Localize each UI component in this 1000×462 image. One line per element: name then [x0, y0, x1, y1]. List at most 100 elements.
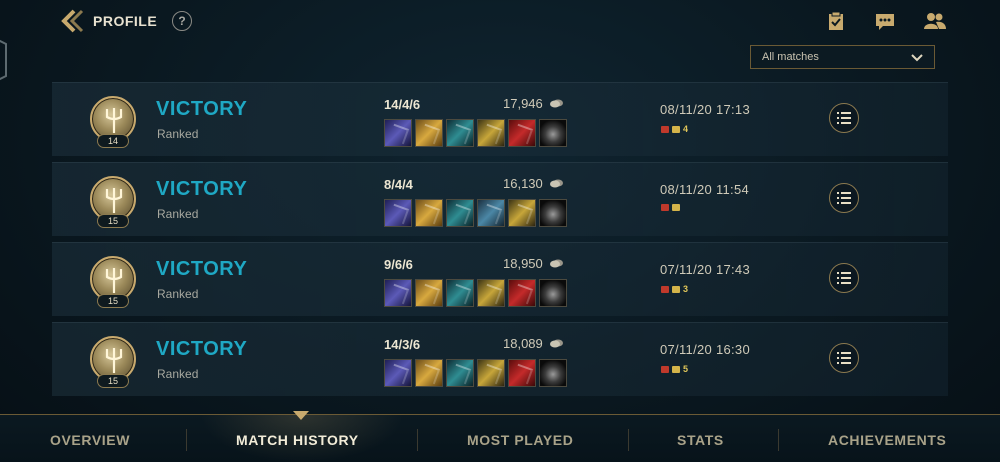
item-slot-icon[interactable] [477, 359, 505, 387]
gold-coins-icon [550, 179, 563, 188]
item-slot-icon[interactable] [477, 279, 505, 307]
match-badges: 5 [661, 364, 688, 374]
list-icon [837, 192, 851, 204]
back-button[interactable] [60, 9, 86, 33]
item-slot-icon[interactable] [384, 119, 412, 147]
match-result: VICTORY [156, 98, 248, 120]
item-slot-icon[interactable] [539, 359, 567, 387]
friends-icon[interactable] [924, 11, 946, 31]
match-filter-value: All matches [762, 51, 819, 63]
item-slot-icon[interactable] [446, 359, 474, 387]
match-details-button[interactable] [829, 263, 859, 293]
list-icon [837, 352, 851, 364]
clipboard-icon[interactable] [826, 11, 846, 31]
match-row[interactable]: 15 VICTORY Ranked 14/3/6 18,089 07/11/20… [52, 322, 948, 396]
item-build [384, 199, 567, 227]
item-slot-icon[interactable] [539, 199, 567, 227]
item-slot-icon[interactable] [446, 119, 474, 147]
item-slot-icon[interactable] [477, 199, 505, 227]
queue-type: Ranked [157, 207, 199, 221]
side-panel-tab[interactable] [0, 34, 10, 86]
list-icon [837, 112, 851, 124]
queue-type: Ranked [157, 367, 199, 381]
page-title: PROFILE [93, 13, 158, 29]
kda-score: 8/4/4 [384, 177, 413, 192]
champion-level-badge: 14 [97, 134, 129, 148]
gold-badge-icon [672, 285, 680, 293]
item-slot-icon[interactable] [508, 359, 536, 387]
help-button[interactable]: ? [172, 11, 192, 31]
kill-badge-icon [661, 204, 669, 211]
match-badges [661, 204, 683, 211]
item-build [384, 279, 567, 307]
item-slot-icon[interactable] [508, 119, 536, 147]
item-slot-icon[interactable] [446, 199, 474, 227]
badge-count: 3 [683, 284, 689, 294]
match-badges: 4 [661, 124, 688, 134]
item-build [384, 359, 567, 387]
trident-icon [105, 188, 123, 213]
kda-score: 14/4/6 [384, 97, 421, 112]
gold-earned: 16,130 [503, 176, 543, 191]
trident-icon [105, 108, 123, 133]
item-slot-icon[interactable] [415, 359, 443, 387]
match-row[interactable]: 15 VICTORY Ranked 9/6/6 18,950 07/11/20 … [52, 242, 948, 316]
match-filter-dropdown[interactable]: All matches [750, 45, 935, 69]
bottom-nav: OVERVIEW MATCH HISTORY MOST PLAYED STATS… [0, 411, 1000, 462]
item-slot-icon[interactable] [384, 279, 412, 307]
gold-coins-icon [550, 339, 563, 348]
divider [628, 429, 629, 451]
match-details-button[interactable] [829, 183, 859, 213]
item-slot-icon[interactable] [446, 279, 474, 307]
divider [417, 429, 418, 451]
item-slot-icon[interactable] [415, 199, 443, 227]
item-slot-icon[interactable] [477, 119, 505, 147]
item-slot-icon[interactable] [508, 279, 536, 307]
champion-level-badge: 15 [97, 294, 129, 308]
kda-score: 14/3/6 [384, 337, 421, 352]
kill-badge-icon [661, 365, 669, 373]
champion-level-badge: 15 [97, 214, 129, 228]
gold-badge-icon [672, 204, 680, 211]
match-details-button[interactable] [829, 103, 859, 133]
badge-count: 4 [683, 124, 689, 134]
list-icon [837, 272, 851, 284]
match-date: 08/11/20 17:13 [660, 102, 750, 117]
item-slot-icon[interactable] [384, 199, 412, 227]
tab-most-played[interactable]: MOST PLAYED [467, 432, 573, 448]
champion-level-badge: 15 [97, 374, 129, 388]
kill-badge-icon [661, 285, 669, 293]
tab-match-history[interactable]: MATCH HISTORY [236, 432, 359, 448]
kill-badge-icon [661, 125, 669, 133]
match-result: VICTORY [156, 258, 248, 280]
match-details-button[interactable] [829, 343, 859, 373]
match-row[interactable]: 14 VICTORY Ranked 14/4/6 17,946 08/11/20… [52, 82, 948, 156]
gold-badge-icon [672, 125, 680, 133]
chat-icon[interactable] [875, 11, 895, 31]
tab-overview[interactable]: OVERVIEW [50, 432, 130, 448]
match-date: 07/11/20 17:43 [660, 262, 750, 277]
gold-earned: 17,946 [503, 96, 543, 111]
match-result: VICTORY [156, 178, 248, 200]
item-slot-icon[interactable] [415, 279, 443, 307]
trident-icon [105, 268, 123, 293]
divider [778, 429, 779, 451]
tab-stats[interactable]: STATS [677, 432, 724, 448]
tab-achievements[interactable]: ACHIEVEMENTS [828, 432, 946, 448]
gold-coins-icon [550, 99, 563, 108]
gold-badge-icon [672, 365, 680, 373]
match-badges: 3 [661, 284, 688, 294]
queue-type: Ranked [157, 287, 199, 301]
match-date: 08/11/20 11:54 [660, 182, 750, 197]
trident-icon [105, 348, 123, 373]
item-build [384, 119, 567, 147]
item-slot-icon[interactable] [384, 359, 412, 387]
item-slot-icon[interactable] [415, 119, 443, 147]
back-chevron-icon [61, 9, 84, 33]
item-slot-icon[interactable] [539, 119, 567, 147]
item-slot-icon[interactable] [539, 279, 567, 307]
top-bar: PROFILE ? [0, 0, 1000, 81]
gold-earned: 18,089 [503, 336, 543, 351]
item-slot-icon[interactable] [508, 199, 536, 227]
match-row[interactable]: 15 VICTORY Ranked 8/4/4 16,130 08/11/20 … [52, 162, 948, 236]
